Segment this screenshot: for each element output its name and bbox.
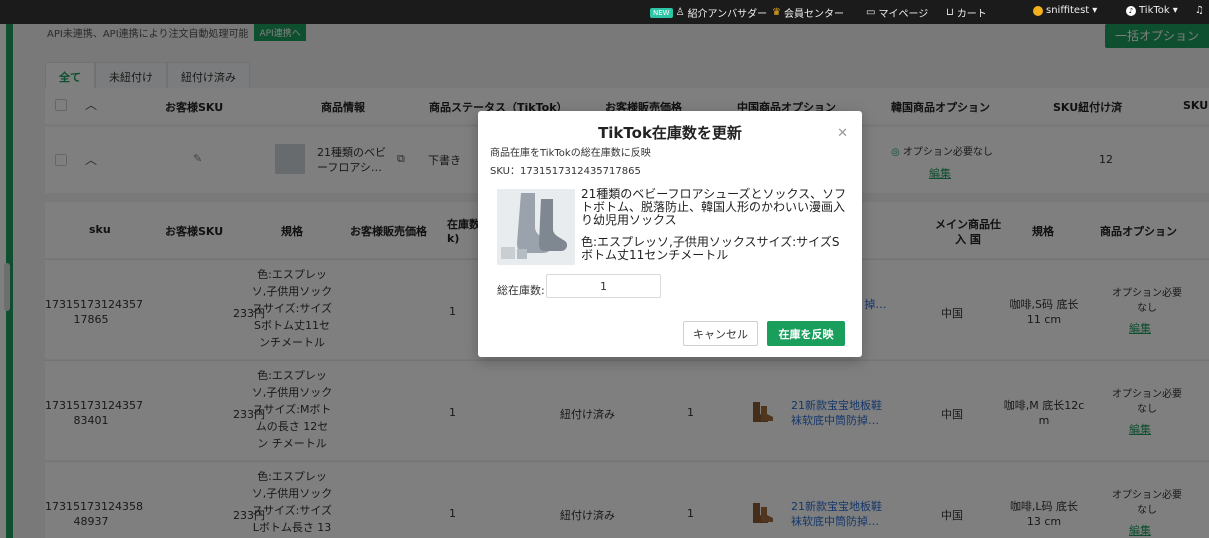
dialog-product-spec: 色:エスプレッソ,子供用ソックスサイズ:サイズSボトム丈11センチメートル	[581, 235, 840, 262]
caret-down-icon: ▾	[1172, 5, 1178, 16]
update-stock-dialog: TikTok在庫数を更新 ✕ 商品在庫をTikTokの総在庫数に反映 SKU：1…	[478, 111, 862, 357]
top-nav-bar: NEW ♙ 紹介アンバサダー ♛ 会員センター ▭ マイページ ⊔ カート sn…	[0, 0, 1209, 24]
dialog-title: TikTok在庫数を更新	[598, 124, 742, 142]
person-icon: ♙	[675, 7, 685, 18]
apply-stock-button[interactable]: 在庫を反映	[767, 321, 845, 346]
monitor-icon: ▭	[866, 7, 876, 18]
bell-icon[interactable]: ♫	[1195, 5, 1204, 16]
user-menu[interactable]: sniffitest ▾	[1033, 5, 1097, 16]
crown-icon: ♛	[772, 7, 781, 18]
cancel-button[interactable]: キャンセル	[683, 321, 758, 346]
member-center-link[interactable]: ♛ 会員センター	[772, 5, 844, 20]
my-page-link[interactable]: ▭ マイページ	[866, 5, 928, 20]
total-stock-label: 総在庫数:	[497, 284, 545, 297]
caret-down-icon: ▾	[1092, 5, 1098, 16]
dialog-subtitle: 商品在庫をTikTokの総在庫数に反映	[490, 148, 651, 159]
total-stock-input[interactable]	[546, 274, 661, 298]
tiktok-icon: ♪	[1126, 5, 1136, 16]
ambassador-link[interactable]: NEW ♙ 紹介アンバサダー	[650, 5, 767, 20]
cart-icon: ⊔	[946, 7, 954, 18]
avatar	[1033, 5, 1043, 16]
platform-menu[interactable]: ♪ TikTok ▾	[1126, 5, 1178, 16]
product-image	[497, 189, 575, 265]
close-icon[interactable]: ✕	[837, 126, 848, 141]
new-badge: NEW	[650, 7, 673, 18]
dialog-sku: SKU：1731517312435717865	[490, 166, 641, 177]
cart-link[interactable]: ⊔ カート	[946, 5, 987, 20]
sock-image-icon	[497, 189, 575, 265]
dialog-product-name: 21種類のベビーフロアシューズとソックス、ソフトボトム、脱落防止、韓国人形のかわ…	[581, 187, 847, 227]
